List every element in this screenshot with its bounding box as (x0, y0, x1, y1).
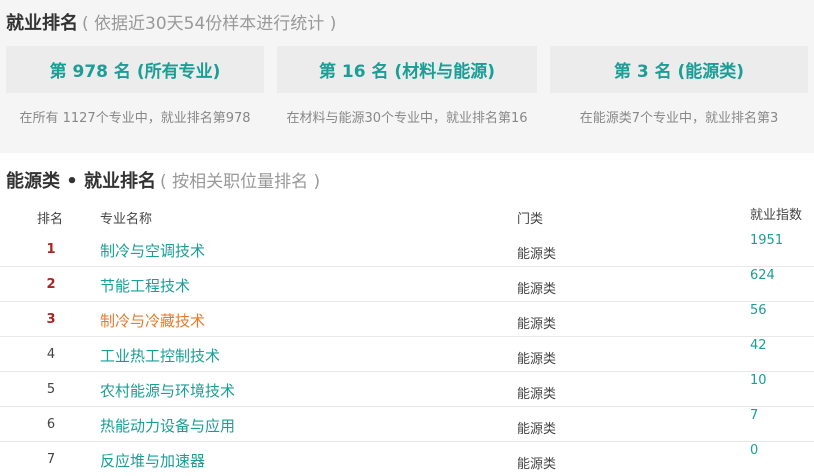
rank-card-category-label: 第 3 名 (能源类) (613, 62, 745, 82)
category-ranking-heading: 能源类 • 就业排名( 按相关职位量排名 ) (6, 167, 320, 193)
category-ranking-section: 能源类 • 就业排名( 按相关职位量排名 ) 排名 专业名称 门类 就业指数 1… (0, 153, 814, 475)
rank-card-discipline-label: 第 16 名 (材料与能源) (319, 62, 495, 82)
rank-card-category: 第 3 名 (能源类) (550, 46, 808, 93)
rank-desc-all: 在所有 1127个专业中，就业排名第978 (19, 111, 251, 126)
column-header-name: 专业名称 (100, 212, 153, 227)
table-row: 6 热能动力设备与应用 能源类 7 (0, 406, 814, 442)
row-category: 能源类 (517, 352, 557, 367)
summary-panel: 就业排名( 依据近30天54份样本进行统计 ) 第 978 名 (所有专业) 第… (0, 0, 814, 153)
column-header-rank: 排名 (37, 212, 64, 227)
rank-card-all: 第 978 名 (所有专业) (6, 46, 264, 93)
row-index: 56 (750, 303, 767, 318)
table-row: 1 制冷与空调技术 能源类 1951 (0, 231, 814, 267)
row-category: 能源类 (517, 422, 557, 437)
summary-subtitle: ( 依据近30天54份样本进行统计 ) (82, 14, 337, 34)
row-rank: 6 (46, 417, 56, 432)
row-category: 能源类 (517, 317, 557, 332)
row-category: 能源类 (517, 457, 557, 472)
column-header-category: 门类 (517, 212, 544, 227)
row-index: 7 (750, 408, 759, 423)
row-index: 0 (750, 443, 759, 458)
major-link[interactable]: 热能动力设备与应用 (100, 415, 235, 436)
summary-heading: 就业排名( 依据近30天54份样本进行统计 ) (6, 9, 336, 35)
row-rank: 5 (46, 382, 56, 397)
rank-cards: 第 978 名 (所有专业) 第 16 名 (材料与能源) 第 3 名 (能源类… (0, 46, 814, 94)
row-rank: 4 (46, 347, 56, 362)
major-link[interactable]: 工业热工控制技术 (100, 345, 220, 366)
table-row: 4 工业热工控制技术 能源类 42 (0, 336, 814, 372)
major-link[interactable]: 制冷与冷藏技术 (100, 310, 205, 331)
table-row: 2 节能工程技术 能源类 624 (0, 266, 814, 302)
row-rank: 1 (46, 242, 56, 257)
row-category: 能源类 (517, 282, 557, 297)
major-link[interactable]: 制冷与空调技术 (100, 240, 205, 261)
row-index: 10 (750, 373, 767, 388)
rank-card-discipline: 第 16 名 (材料与能源) (277, 46, 537, 93)
row-rank: 2 (46, 277, 56, 292)
table-row: 5 农村能源与环境技术 能源类 10 (0, 371, 814, 407)
table-row: 7 反应堆与加速器 能源类 0 (0, 441, 814, 476)
row-rank: 3 (46, 312, 56, 327)
rank-card-all-label: 第 978 名 (所有专业) (49, 62, 221, 82)
row-index: 1951 (750, 233, 784, 248)
table-row: 3 制冷与冷藏技术 能源类 56 (0, 301, 814, 337)
row-rank: 7 (46, 452, 56, 467)
row-category: 能源类 (517, 247, 557, 262)
major-link[interactable]: 农村能源与环境技术 (100, 380, 235, 401)
major-link[interactable]: 节能工程技术 (100, 275, 190, 296)
column-header-index: 就业指数 (750, 208, 803, 223)
rank-desc-discipline: 在材料与能源30个专业中，就业排名第16 (286, 111, 528, 126)
row-index: 42 (750, 338, 767, 353)
rank-desc-category: 在能源类7个专业中，就业排名第3 (579, 111, 779, 126)
category-ranking-title: 能源类 • 就业排名 (6, 171, 157, 192)
row-category: 能源类 (517, 387, 557, 402)
major-link[interactable]: 反应堆与加速器 (100, 450, 205, 471)
summary-title: 就业排名 (6, 13, 78, 34)
row-index: 624 (750, 268, 775, 283)
category-ranking-subtitle: ( 按相关职位量排名 ) (160, 172, 321, 192)
